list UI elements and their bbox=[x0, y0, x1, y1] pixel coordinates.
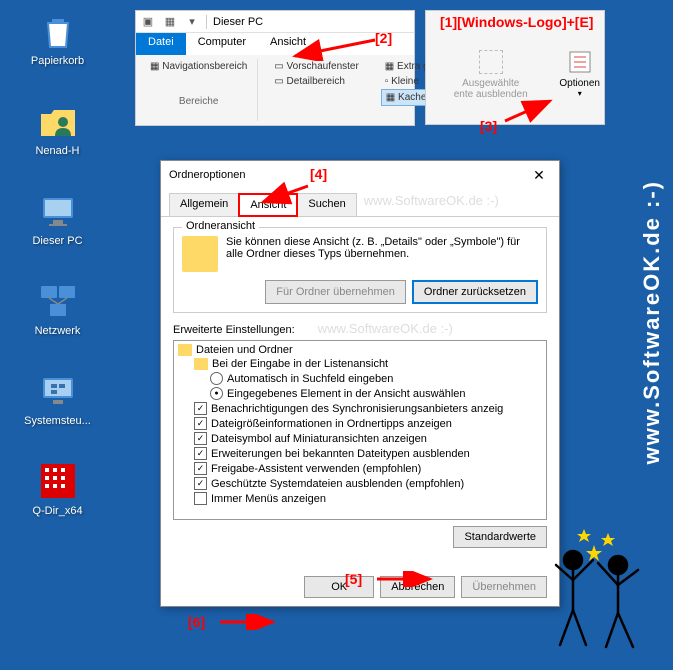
desktop-icon-qdir[interactable]: Q-Dir_x64 bbox=[20, 460, 95, 517]
tab-computer[interactable]: Computer bbox=[186, 33, 258, 55]
folder-icon bbox=[178, 344, 192, 356]
reset-folders-button[interactable]: Ordner zurücksetzen bbox=[412, 280, 538, 304]
folder-view-group: Ordneransicht Sie können diese Ansicht (… bbox=[173, 227, 547, 313]
tree-item[interactable]: Dateisymbol auf Miniaturansichten anzeig… bbox=[176, 431, 544, 446]
folder-icon bbox=[194, 358, 208, 370]
checkbox-icon[interactable] bbox=[194, 462, 207, 475]
tab-suchen[interactable]: Suchen bbox=[297, 193, 356, 216]
group-label: Bereiche bbox=[146, 96, 251, 107]
ribbon-tabs: Datei Computer Ansicht bbox=[136, 33, 414, 55]
advanced-settings-tree[interactable]: Dateien und Ordner Bei der Eingabe in der… bbox=[173, 340, 547, 520]
tree-item-label: Benachrichtigungen des Synchronisierungs… bbox=[211, 403, 503, 415]
hide-selected-button[interactable]: Ausgewählte ente ausblenden bbox=[430, 15, 551, 120]
advanced-settings-label: Erweiterte Einstellungen: www.SoftwareOK… bbox=[173, 321, 547, 336]
desktop-icon-label: Papierkorb bbox=[20, 55, 95, 67]
tree-item-label: Freigabe-Assistent verwenden (empfohlen) bbox=[211, 463, 421, 475]
tree-item[interactable]: Geschützte Systemdateien ausblenden (emp… bbox=[176, 476, 544, 491]
checkbox-icon[interactable] bbox=[194, 477, 207, 490]
dialog-actions: OK Abbrechen Übernehmen bbox=[161, 568, 559, 606]
apply-to-folders-button[interactable]: Für Ordner übernehmen bbox=[265, 280, 406, 304]
preview-pane-button[interactable]: ▭ Vorschaufenster bbox=[270, 59, 363, 74]
options-button[interactable]: Optionen ▾ bbox=[559, 15, 600, 120]
hide-icon bbox=[479, 50, 503, 74]
desktop-icon-label: Nenad-H bbox=[20, 145, 95, 157]
checkbox-icon[interactable] bbox=[194, 402, 207, 415]
desktop-icon-recycle-bin[interactable]: Papierkorb bbox=[20, 10, 95, 67]
tree-item: Bei der Eingabe in der Listenansicht bbox=[176, 357, 544, 371]
tree-item[interactable]: Immer Menüs anzeigen bbox=[176, 491, 544, 506]
tree-item-label: Immer Menüs anzeigen bbox=[211, 493, 326, 505]
tree-item[interactable]: Benachrichtigungen des Synchronisierungs… bbox=[176, 401, 544, 416]
control-panel-icon bbox=[37, 370, 79, 412]
folder-view-text: Sie können diese Ansicht (z. B. „Details… bbox=[226, 236, 538, 260]
stick-figures-graphic bbox=[538, 515, 658, 655]
watermark: www.SoftwareOK.de :-) bbox=[318, 321, 453, 336]
folder-icon: ▣ bbox=[140, 14, 156, 30]
desktop-icon-label: Systemsteu... bbox=[20, 415, 95, 427]
explorer-window: ▣ ▦ ▾ Dieser PC Datei Computer Ansicht ▦… bbox=[135, 10, 415, 126]
checkbox-icon[interactable] bbox=[194, 417, 207, 430]
ribbon-content: ▦ Navigationsbereich Bereiche ▭ Vorschau… bbox=[136, 55, 414, 125]
folder-icon bbox=[182, 236, 218, 272]
tree-item[interactable]: Eingegebenes Element in der Ansicht ausw… bbox=[176, 386, 544, 401]
watermark: www.SoftwareOK.de :-) bbox=[364, 193, 499, 216]
tree-item-label: Eingegebenes Element in der Ansicht ausw… bbox=[227, 388, 466, 400]
properties-icon[interactable]: ▦ bbox=[162, 14, 178, 30]
tree-item[interactable]: Erweiterungen bei bekannten Dateitypen a… bbox=[176, 446, 544, 461]
tree-item-label: Erweiterungen bei bekannten Dateitypen a… bbox=[211, 448, 470, 460]
tree-item[interactable]: Dateigrößeinformationen in Ordnertipps a… bbox=[176, 416, 544, 431]
radio-icon[interactable] bbox=[210, 387, 223, 400]
desktop-icon-this-pc[interactable]: Dieser PC bbox=[20, 190, 95, 247]
desktop-icon-control-panel[interactable]: Systemsteu... bbox=[20, 370, 95, 427]
ok-button[interactable]: OK bbox=[304, 576, 374, 598]
tree-item-label: Dateigrößeinformationen in Ordnertipps a… bbox=[211, 418, 452, 430]
recycle-bin-icon bbox=[37, 10, 79, 52]
dialog-title-text: Ordneroptionen bbox=[169, 169, 245, 181]
this-pc-icon bbox=[37, 190, 79, 232]
tree-item: Dateien und Ordner bbox=[176, 343, 544, 357]
cancel-button[interactable]: Abbrechen bbox=[380, 576, 455, 598]
side-watermark: www.SoftwareOK.de :-) bbox=[639, 180, 665, 464]
tab-datei[interactable]: Datei bbox=[136, 33, 186, 55]
tab-allgemein[interactable]: Allgemein bbox=[169, 193, 239, 216]
tree-item[interactable]: Automatisch in Suchfeld eingeben bbox=[176, 371, 544, 386]
network-icon bbox=[37, 280, 79, 322]
options-icon bbox=[568, 50, 592, 74]
radio-icon[interactable] bbox=[210, 372, 223, 385]
defaults-button[interactable]: Standardwerte bbox=[453, 526, 547, 548]
desktop-icon-label: Netzwerk bbox=[20, 325, 95, 337]
checkbox-icon[interactable] bbox=[194, 492, 207, 505]
folder-options-dialog: Ordneroptionen ✕ Allgemein Ansicht Suche… bbox=[160, 160, 560, 607]
apply-button[interactable]: Übernehmen bbox=[461, 576, 547, 598]
desktop-icon-network[interactable]: Netzwerk bbox=[20, 280, 95, 337]
checkbox-icon[interactable] bbox=[194, 432, 207, 445]
annotation-6: [6] bbox=[188, 614, 205, 630]
tree-item-label: Dateisymbol auf Miniaturansichten anzeig… bbox=[211, 433, 427, 445]
tree-item[interactable]: Freigabe-Assistent verwenden (empfohlen) bbox=[176, 461, 544, 476]
nav-pane-button[interactable]: ▦ Navigationsbereich bbox=[146, 59, 251, 74]
tree-item-label: Automatisch in Suchfeld eingeben bbox=[227, 373, 393, 385]
tree-item-label: Bei der Eingabe in der Listenansicht bbox=[212, 358, 388, 370]
desktop-icon-user[interactable]: Nenad-H bbox=[20, 100, 95, 157]
dialog-body: Ordneransicht Sie können diese Ansicht (… bbox=[161, 217, 559, 564]
desktop-icon-label: Dieser PC bbox=[20, 235, 95, 247]
tree-item-label: Geschützte Systemdateien ausblenden (emp… bbox=[211, 478, 464, 490]
window-title: Dieser PC bbox=[213, 16, 263, 28]
explorer-ribbon-right: Ausgewählte ente ausblenden Optionen ▾ bbox=[425, 10, 605, 125]
qdir-icon bbox=[37, 460, 79, 502]
checkbox-icon[interactable] bbox=[194, 447, 207, 460]
tab-ansicht[interactable]: Ansicht bbox=[258, 33, 318, 55]
desktop-icon-label: Q-Dir_x64 bbox=[20, 505, 95, 517]
dialog-tabs: Allgemein Ansicht Suchen www.SoftwareOK.… bbox=[161, 189, 559, 217]
quick-access-toolbar: ▣ ▦ ▾ Dieser PC bbox=[136, 11, 414, 33]
close-button[interactable]: ✕ bbox=[527, 165, 551, 185]
user-folder-icon bbox=[37, 100, 79, 142]
group-title: Ordneransicht bbox=[182, 220, 259, 232]
detail-pane-button[interactable]: ▭ Detailbereich bbox=[270, 74, 363, 89]
dropdown-icon[interactable]: ▾ bbox=[184, 14, 200, 30]
dialog-titlebar: Ordneroptionen ✕ bbox=[161, 161, 559, 189]
tree-item-label: Dateien und Ordner bbox=[196, 344, 293, 356]
tab-ansicht[interactable]: Ansicht bbox=[238, 193, 298, 217]
